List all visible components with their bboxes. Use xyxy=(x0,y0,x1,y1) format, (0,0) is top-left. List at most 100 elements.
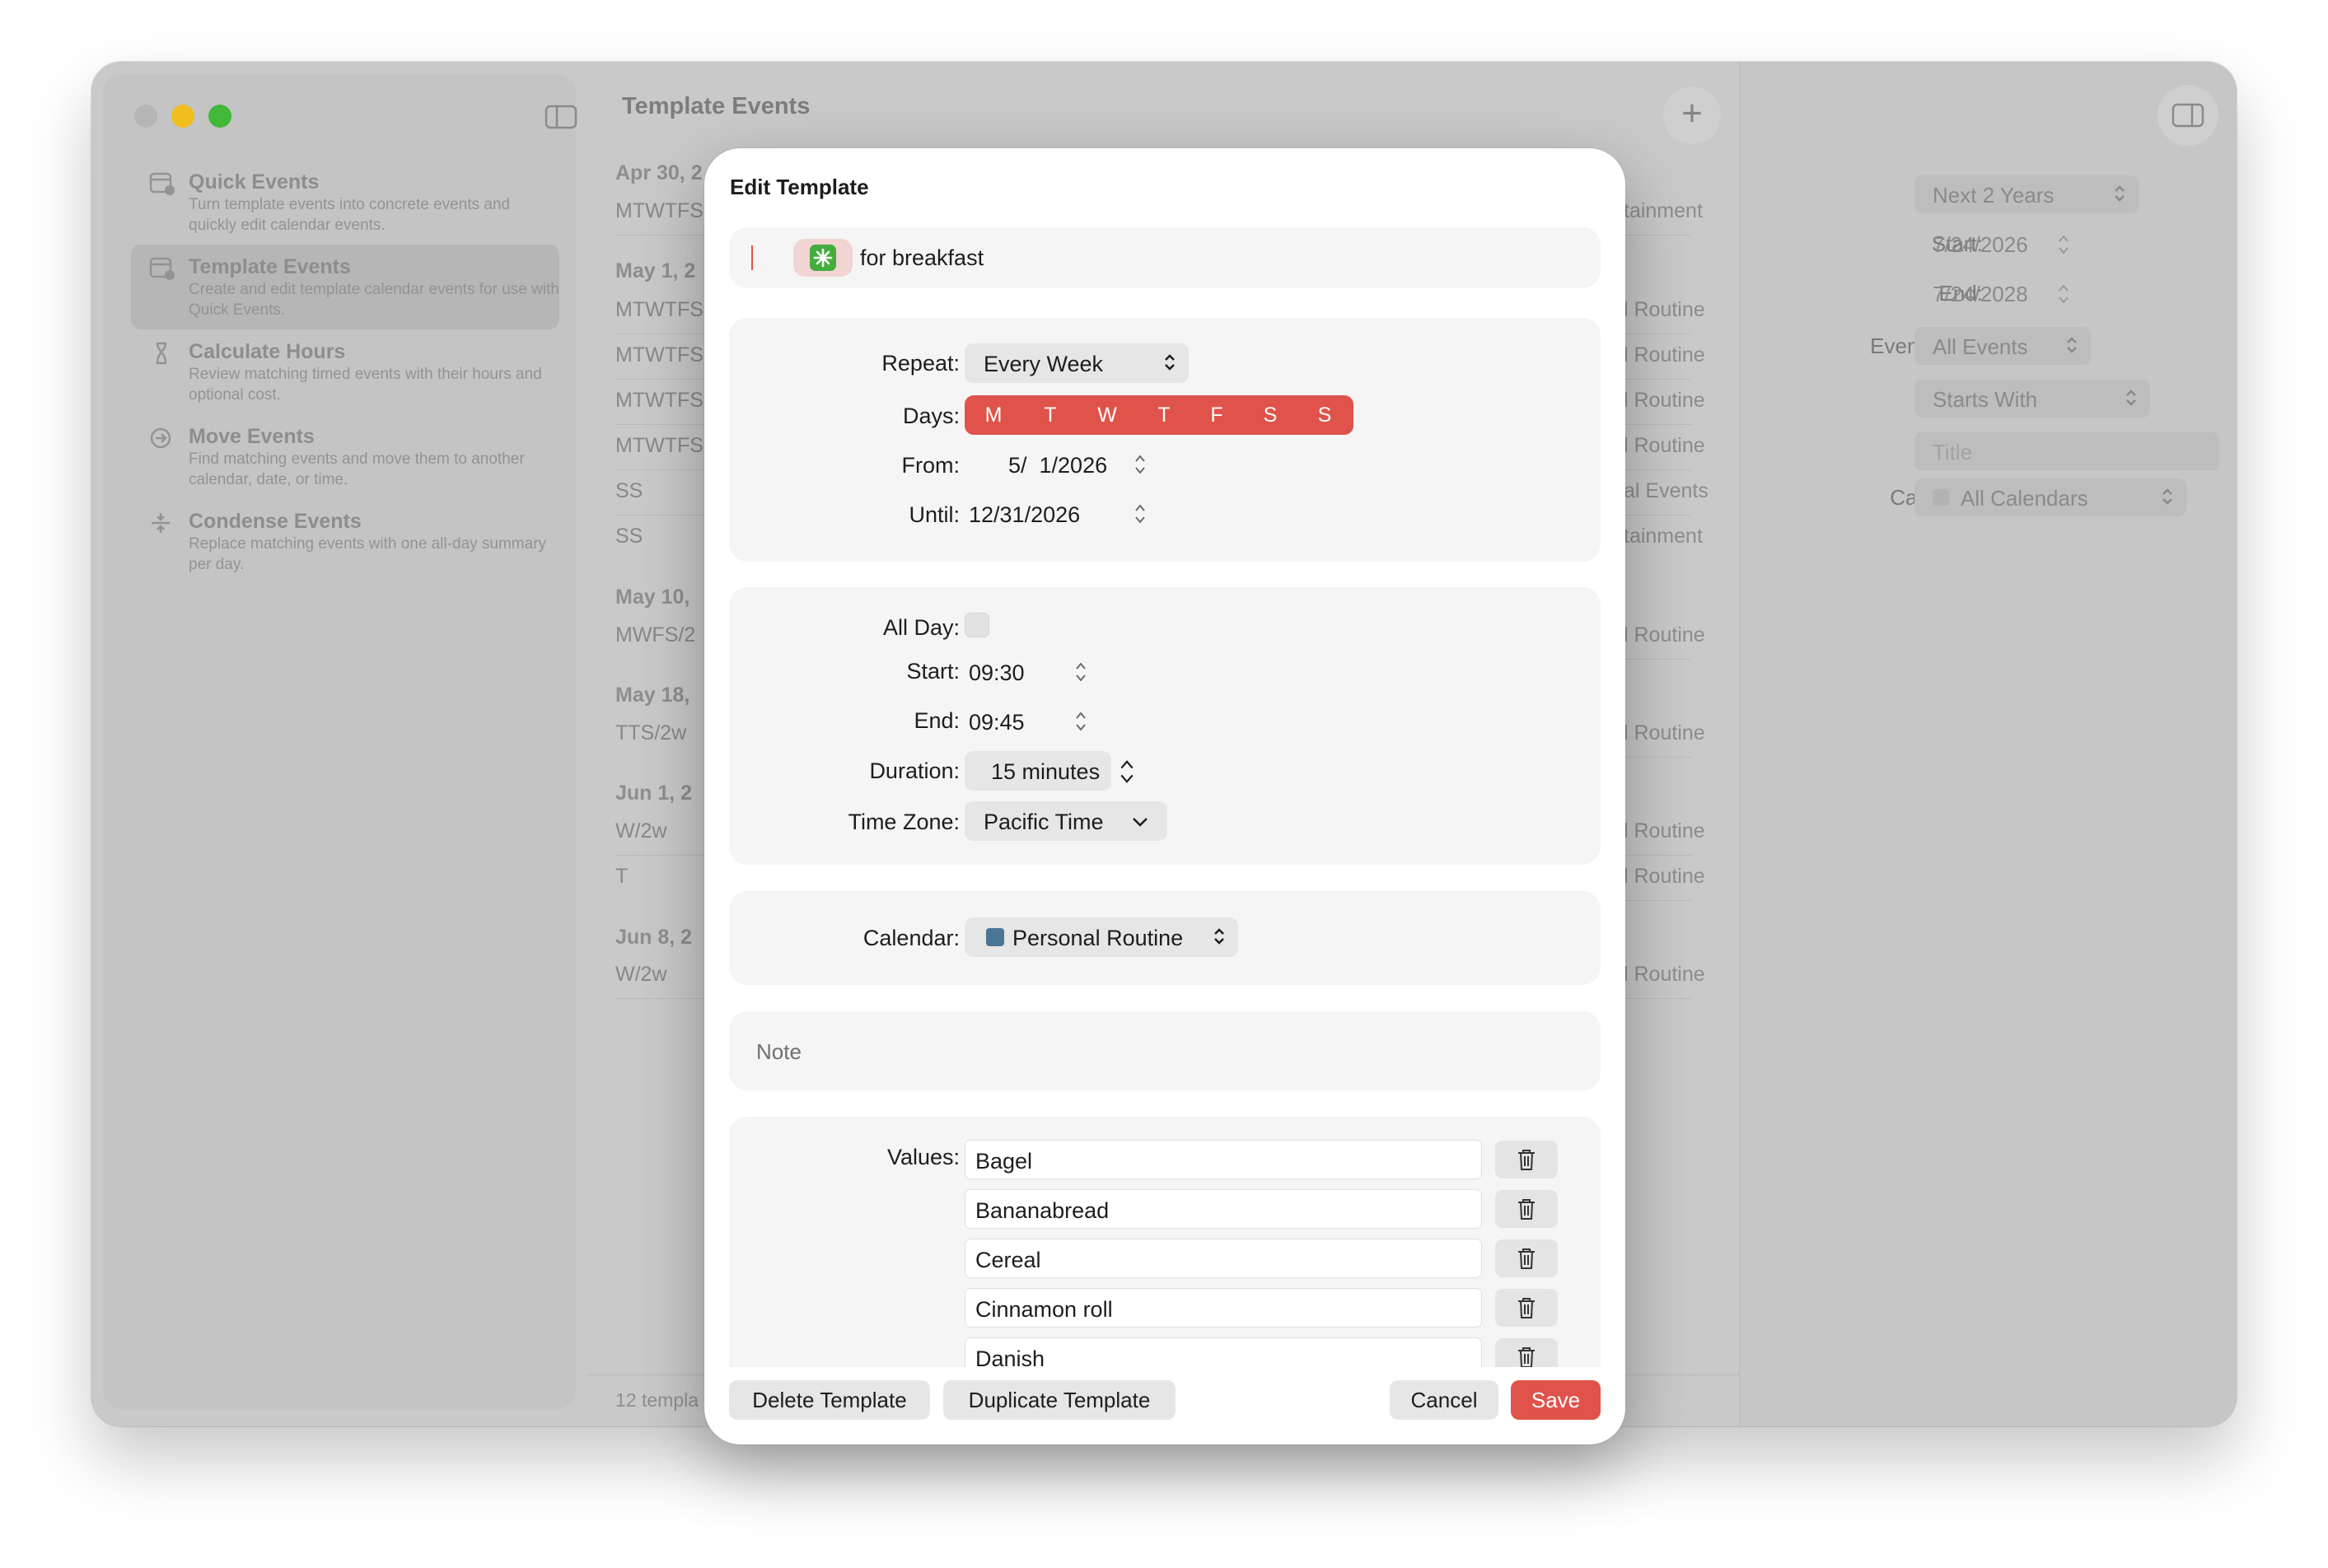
close-window-button[interactable] xyxy=(134,105,157,128)
until-date-field[interactable]: 12/31/2026 xyxy=(969,502,1080,528)
time-card: All Day: Start: 09:30 End: 09:45 Duratio… xyxy=(729,587,1601,865)
list-item-repeat[interactable]: MWFS/2 xyxy=(615,623,695,647)
row-divider xyxy=(1624,659,1691,660)
delete-value-button[interactable] xyxy=(1495,1190,1558,1228)
delete-template-button[interactable]: Delete Template xyxy=(729,1380,930,1420)
time-zone-popup[interactable]: Pacific Time xyxy=(965,801,1167,841)
dates-popup[interactable]: Next 2 Years xyxy=(1914,175,2139,213)
event-type-popup[interactable]: All Events xyxy=(1914,327,2091,365)
stepper-icon[interactable] xyxy=(2055,230,2072,259)
sidebar-item-title: Template Events xyxy=(189,255,351,278)
duration-field[interactable]: 15 minutes xyxy=(965,751,1111,791)
chevron-up-down-icon xyxy=(1214,928,1224,945)
calendar-card: Calendar: Personal Routine xyxy=(729,891,1601,985)
title-mode-popup[interactable]: Starts With xyxy=(1914,380,2150,418)
day-friday[interactable]: F xyxy=(1188,395,1246,435)
until-label: Until: xyxy=(909,502,960,527)
end-time-stepper[interactable] xyxy=(1073,707,1089,736)
save-button[interactable]: Save xyxy=(1511,1380,1601,1420)
list-item-repeat[interactable]: TTS/2w xyxy=(615,721,686,745)
chevron-up-down-icon xyxy=(2126,390,2136,406)
note-card[interactable]: Note xyxy=(729,1011,1601,1090)
value-field[interactable]: Cereal xyxy=(965,1239,1482,1278)
list-item-repeat[interactable]: SS xyxy=(615,525,643,548)
minimize-window-button[interactable] xyxy=(171,105,194,128)
hourglass-icon xyxy=(156,342,167,365)
day-wednesday[interactable]: W xyxy=(1078,395,1136,435)
filter-inspector xyxy=(1739,62,2237,1426)
end-date-value: 7/24/2028 xyxy=(1933,282,2028,306)
list-date-header: Jun 1, 2 xyxy=(615,782,693,805)
calendar-label: Calendar: xyxy=(862,926,960,950)
cancel-button[interactable]: Cancel xyxy=(1390,1380,1498,1420)
sidebar-item-move-events[interactable]: Move Events Find matching events and mov… xyxy=(131,414,559,499)
day-sunday[interactable]: S xyxy=(1296,395,1353,435)
zoom-window-button[interactable] xyxy=(208,105,231,128)
list-item-repeat[interactable]: SS xyxy=(615,479,643,503)
start-time-stepper[interactable] xyxy=(1073,657,1089,687)
add-template-button[interactable]: + xyxy=(1663,86,1721,144)
sidebar-item-template-events[interactable]: Template Events Create and edit template… xyxy=(131,245,559,329)
sidebar-item-calculate-hours[interactable]: Calculate Hours Review matching timed ev… xyxy=(131,329,559,414)
trash-icon xyxy=(1518,1298,1535,1318)
until-date-stepper[interactable] xyxy=(1132,499,1148,529)
delete-value-button[interactable] xyxy=(1495,1239,1558,1277)
list-item-repeat[interactable]: W/2w xyxy=(615,819,667,843)
end-date-field[interactable]: 7/24/2028 xyxy=(1914,274,2055,312)
inspector-toggle-button[interactable] xyxy=(2157,85,2218,146)
list-item-calendar: l Routine xyxy=(1624,865,1705,888)
calendar-filter-popup[interactable]: All Calendars xyxy=(1914,478,2186,516)
template-name-card: for breakfast xyxy=(729,227,1601,288)
repeat-label: Repeat: xyxy=(881,351,960,376)
sidebar-toggle-icon[interactable] xyxy=(545,105,577,129)
page-title: Template Events xyxy=(622,93,811,119)
repeat-popup[interactable]: Every Week xyxy=(965,343,1189,383)
value-field[interactable]: Cinnamon roll xyxy=(965,1288,1482,1328)
calendar-color-swatch xyxy=(1933,489,1949,506)
start-date-field[interactable]: 7/24/2026 xyxy=(1914,225,2055,263)
list-item-repeat[interactable]: MTWTFS xyxy=(615,434,704,458)
duration-stepper[interactable] xyxy=(1117,755,1137,788)
start-time-field[interactable]: 09:30 xyxy=(969,660,1025,686)
delete-value-button[interactable] xyxy=(1495,1141,1558,1178)
title-filter-input[interactable]: Title xyxy=(1914,432,2219,470)
day-saturday[interactable]: S xyxy=(1241,395,1299,435)
end-time-field[interactable]: 09:45 xyxy=(969,710,1025,735)
row-divider xyxy=(1624,235,1691,236)
delete-value-button[interactable] xyxy=(1495,1289,1558,1327)
stepper-icon[interactable] xyxy=(2055,279,2072,309)
list-item-calendar: tainment xyxy=(1624,199,1703,222)
sidebar-item-condense-events[interactable]: Condense Events Replace matching events … xyxy=(131,499,559,584)
day-tuesday[interactable]: T xyxy=(1021,395,1079,435)
list-item-repeat[interactable]: MTWTFS xyxy=(615,298,704,322)
sparkle-icon xyxy=(810,245,836,271)
list-item-repeat[interactable]: MTWTFS xyxy=(615,389,704,413)
value-field[interactable]: Danish xyxy=(965,1337,1482,1367)
list-item-calendar: l Routine xyxy=(1624,623,1705,646)
row-divider xyxy=(1624,757,1691,758)
list-item-repeat[interactable]: W/2w xyxy=(615,963,667,987)
list-item-repeat[interactable]: MTWTFS xyxy=(615,199,704,223)
from-date-field[interactable]: 5/ 1/2026 xyxy=(1008,453,1107,478)
event-icon-button[interactable] xyxy=(793,239,853,277)
list-item-repeat[interactable]: T xyxy=(615,865,628,889)
event-type-value: All Events xyxy=(1933,334,2028,359)
template-name-field[interactable]: for breakfast xyxy=(860,245,984,271)
list-item-calendar: l Routine xyxy=(1624,963,1705,986)
from-date-stepper[interactable] xyxy=(1132,450,1148,479)
calendar-popup[interactable]: Personal Routine xyxy=(965,917,1238,957)
list-date-header: May 18, xyxy=(615,684,690,707)
calendar-icon xyxy=(149,257,175,280)
day-thursday[interactable]: T xyxy=(1135,395,1193,435)
row-divider xyxy=(1624,424,1691,425)
day-monday[interactable]: M xyxy=(965,395,1022,435)
all-day-checkbox[interactable] xyxy=(965,613,989,637)
chevron-up-down-icon xyxy=(2115,185,2125,202)
list-item-repeat[interactable]: MTWTFS xyxy=(615,343,704,367)
duplicate-template-button[interactable]: Duplicate Template xyxy=(943,1380,1176,1420)
sidebar-item-quick-events[interactable]: Quick Events Turn template events into c… xyxy=(131,160,559,245)
delete-value-button[interactable] xyxy=(1495,1338,1558,1367)
value-field[interactable]: Bagel xyxy=(965,1140,1482,1179)
list-date-header: Apr 30, 2 xyxy=(615,161,703,184)
value-field[interactable]: Bananabread xyxy=(965,1189,1482,1229)
